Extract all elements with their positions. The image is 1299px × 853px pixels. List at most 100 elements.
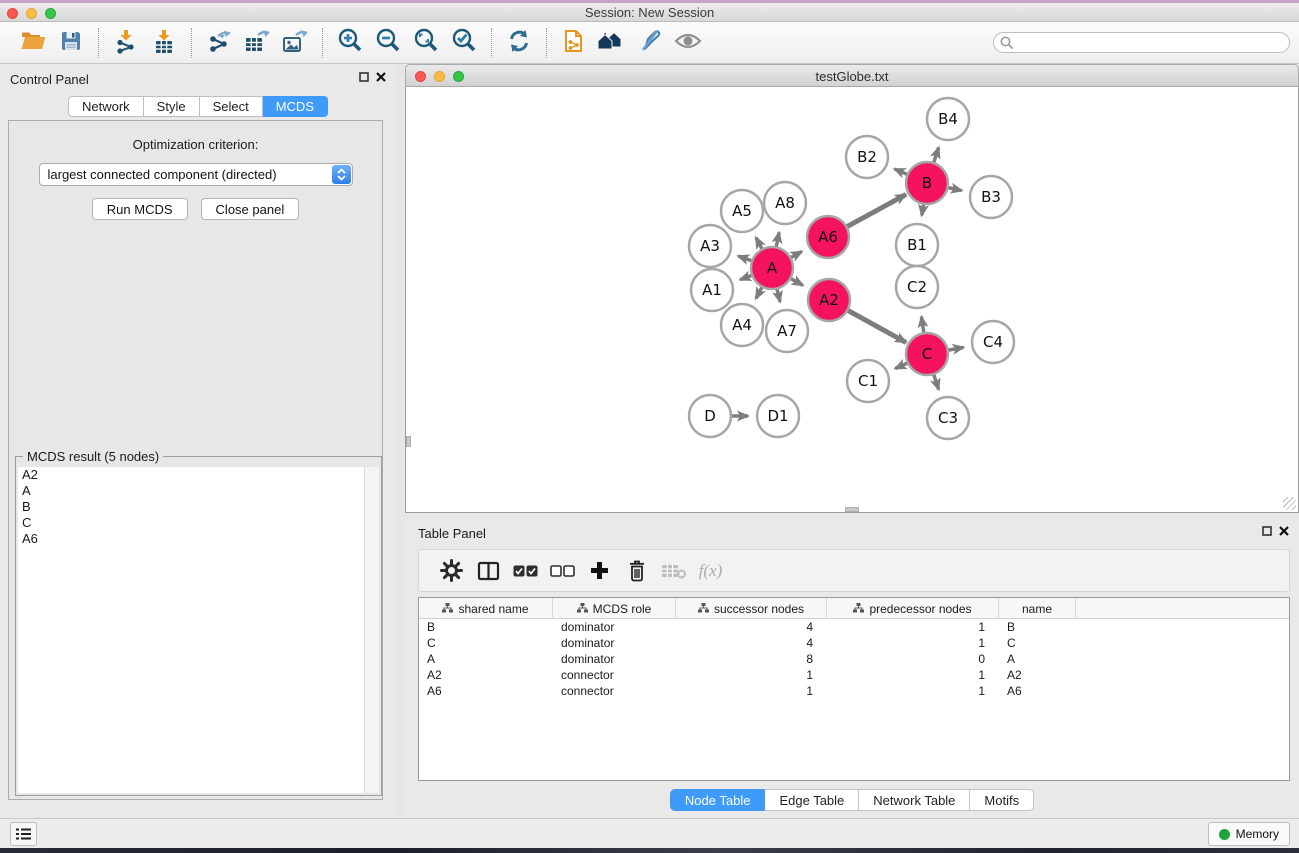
- float-panel-icon[interactable]: [359, 72, 369, 82]
- node-A8[interactable]: A8: [764, 182, 806, 224]
- node-label: A5: [732, 202, 752, 220]
- tab-select[interactable]: Select: [200, 96, 263, 117]
- import-table-button[interactable]: [145, 26, 183, 60]
- table-row[interactable]: A6connector11A6: [419, 683, 1289, 699]
- close-panel-icon[interactable]: [1279, 526, 1289, 536]
- column-header-name[interactable]: name: [999, 598, 1076, 619]
- select-all-button[interactable]: [507, 554, 544, 588]
- node-A6[interactable]: A6: [807, 216, 849, 258]
- window-resize-grip[interactable]: [1283, 497, 1296, 510]
- delete-column-button[interactable]: [618, 554, 655, 588]
- show-hide-eye-button[interactable]: [669, 26, 707, 60]
- memory-button[interactable]: Memory: [1208, 822, 1290, 846]
- node-table[interactable]: shared nameMCDS rolesuccessor nodesprede…: [418, 597, 1290, 781]
- node-C1[interactable]: C1: [847, 360, 889, 402]
- column-header-successor-nodes[interactable]: successor nodes: [676, 598, 827, 619]
- list-icon: [16, 827, 31, 841]
- close-panel-icon[interactable]: [376, 72, 386, 82]
- search-input[interactable]: [993, 32, 1290, 53]
- node-A5[interactable]: A5: [721, 190, 763, 232]
- tab-mcds[interactable]: MCDS: [263, 96, 328, 117]
- close-panel-button[interactable]: Close panel: [201, 198, 300, 220]
- table-cell-filler: [1076, 683, 1289, 699]
- edge-A6-B[interactable]: [845, 194, 906, 227]
- save-session-button[interactable]: [52, 26, 90, 60]
- document-network-icon: [562, 28, 586, 57]
- node-D1[interactable]: D1: [757, 395, 799, 437]
- zoom-in-button[interactable]: [331, 26, 369, 60]
- node-A1[interactable]: A1: [691, 269, 733, 311]
- tab-style[interactable]: Style: [144, 96, 200, 117]
- add-column-button[interactable]: [581, 554, 618, 588]
- mcds-result-item[interactable]: A6: [18, 531, 364, 547]
- network-from-selection-button[interactable]: [555, 26, 593, 60]
- node-label: B1: [907, 236, 927, 254]
- node-A4[interactable]: A4: [721, 304, 763, 346]
- open-session-button[interactable]: [14, 26, 52, 60]
- deselect-all-button[interactable]: [544, 554, 581, 588]
- criterion-dropdown[interactable]: largest connected component (directed): [39, 163, 353, 186]
- node-label: C4: [983, 333, 1003, 351]
- column-header-MCDS-role[interactable]: MCDS role: [553, 598, 676, 619]
- network-horizontal-scrollbar-thumb[interactable]: [845, 507, 859, 512]
- toggle-graphics-details-button[interactable]: [631, 26, 669, 60]
- node-C3[interactable]: C3: [927, 397, 969, 439]
- network-canvas[interactable]: A A5 A8 A3A1A4 A7 A6 A2 B B2 B4 B3 B1 C C2 C1 C4 C3 D D1: [405, 87, 1299, 513]
- network-window-titlebar[interactable]: testGlobe.txt: [405, 64, 1299, 87]
- node-C[interactable]: C: [906, 333, 948, 375]
- table-cell: 1: [676, 683, 827, 699]
- import-network-button[interactable]: [107, 26, 145, 60]
- node-C4[interactable]: C4: [972, 321, 1014, 363]
- node-A[interactable]: A: [751, 247, 793, 289]
- tab-edge-table[interactable]: Edge Table: [765, 789, 859, 811]
- column-header-predecessor-nodes[interactable]: predecessor nodes: [827, 598, 999, 619]
- refresh-view-button[interactable]: [500, 26, 538, 60]
- tab-node-table[interactable]: Node Table: [670, 789, 766, 811]
- network-vertical-scrollbar-thumb[interactable]: [406, 436, 411, 447]
- task-history-button[interactable]: [10, 822, 37, 846]
- export-table-button[interactable]: [238, 26, 276, 60]
- column-header-shared-name[interactable]: shared name: [419, 598, 553, 619]
- node-A3[interactable]: A3: [689, 225, 731, 267]
- export-network-button[interactable]: [200, 26, 238, 60]
- zoom-selected-button[interactable]: [445, 26, 483, 60]
- node-B1[interactable]: B1: [896, 224, 938, 266]
- node-label: A7: [777, 322, 797, 340]
- export-image-button[interactable]: [276, 26, 314, 60]
- run-mcds-button[interactable]: Run MCDS: [92, 198, 188, 220]
- table-row[interactable]: Adominator80A: [419, 651, 1289, 667]
- node-D[interactable]: D: [689, 395, 731, 437]
- table-cell: 1: [827, 619, 999, 635]
- function-builder-button[interactable]: f(x): [692, 554, 729, 588]
- node-B4[interactable]: B4: [927, 98, 969, 140]
- mcds-result-item[interactable]: A2: [18, 467, 364, 483]
- mcds-result-scrollbar[interactable]: [364, 467, 379, 793]
- table-settings-button[interactable]: [433, 554, 470, 588]
- node-B[interactable]: B: [906, 162, 948, 204]
- node-label: B4: [938, 110, 958, 128]
- home-cybrowser-button[interactable]: [593, 26, 631, 60]
- zoom-out-button[interactable]: [369, 26, 407, 60]
- node-A7[interactable]: A7: [766, 310, 808, 352]
- mcds-result-item[interactable]: B: [18, 499, 364, 515]
- mcds-result-item[interactable]: A: [18, 483, 364, 499]
- float-panel-icon[interactable]: [1262, 526, 1272, 536]
- edge-A2-C[interactable]: [846, 309, 906, 342]
- tab-network-table[interactable]: Network Table: [859, 789, 970, 811]
- checked-boxes-icon: [513, 565, 538, 577]
- mcds-result-item[interactable]: C: [18, 515, 364, 531]
- table-row[interactable]: A2connector11A2: [419, 667, 1289, 683]
- node-label: B: [922, 174, 932, 192]
- show-columns-button[interactable]: [470, 554, 507, 588]
- zoom-fit-button[interactable]: [407, 26, 445, 60]
- node-A2[interactable]: A2: [808, 279, 850, 321]
- table-row[interactable]: Bdominator41B: [419, 619, 1289, 635]
- tab-network[interactable]: Network: [68, 96, 144, 117]
- node-B3[interactable]: B3: [970, 176, 1012, 218]
- delete-table-button[interactable]: [655, 554, 692, 588]
- tab-motifs[interactable]: Motifs: [970, 789, 1034, 811]
- node-B2[interactable]: B2: [846, 136, 888, 178]
- table-row[interactable]: Cdominator41C: [419, 635, 1289, 651]
- node-C2[interactable]: C2: [896, 266, 938, 308]
- table-cell: 1: [676, 667, 827, 683]
